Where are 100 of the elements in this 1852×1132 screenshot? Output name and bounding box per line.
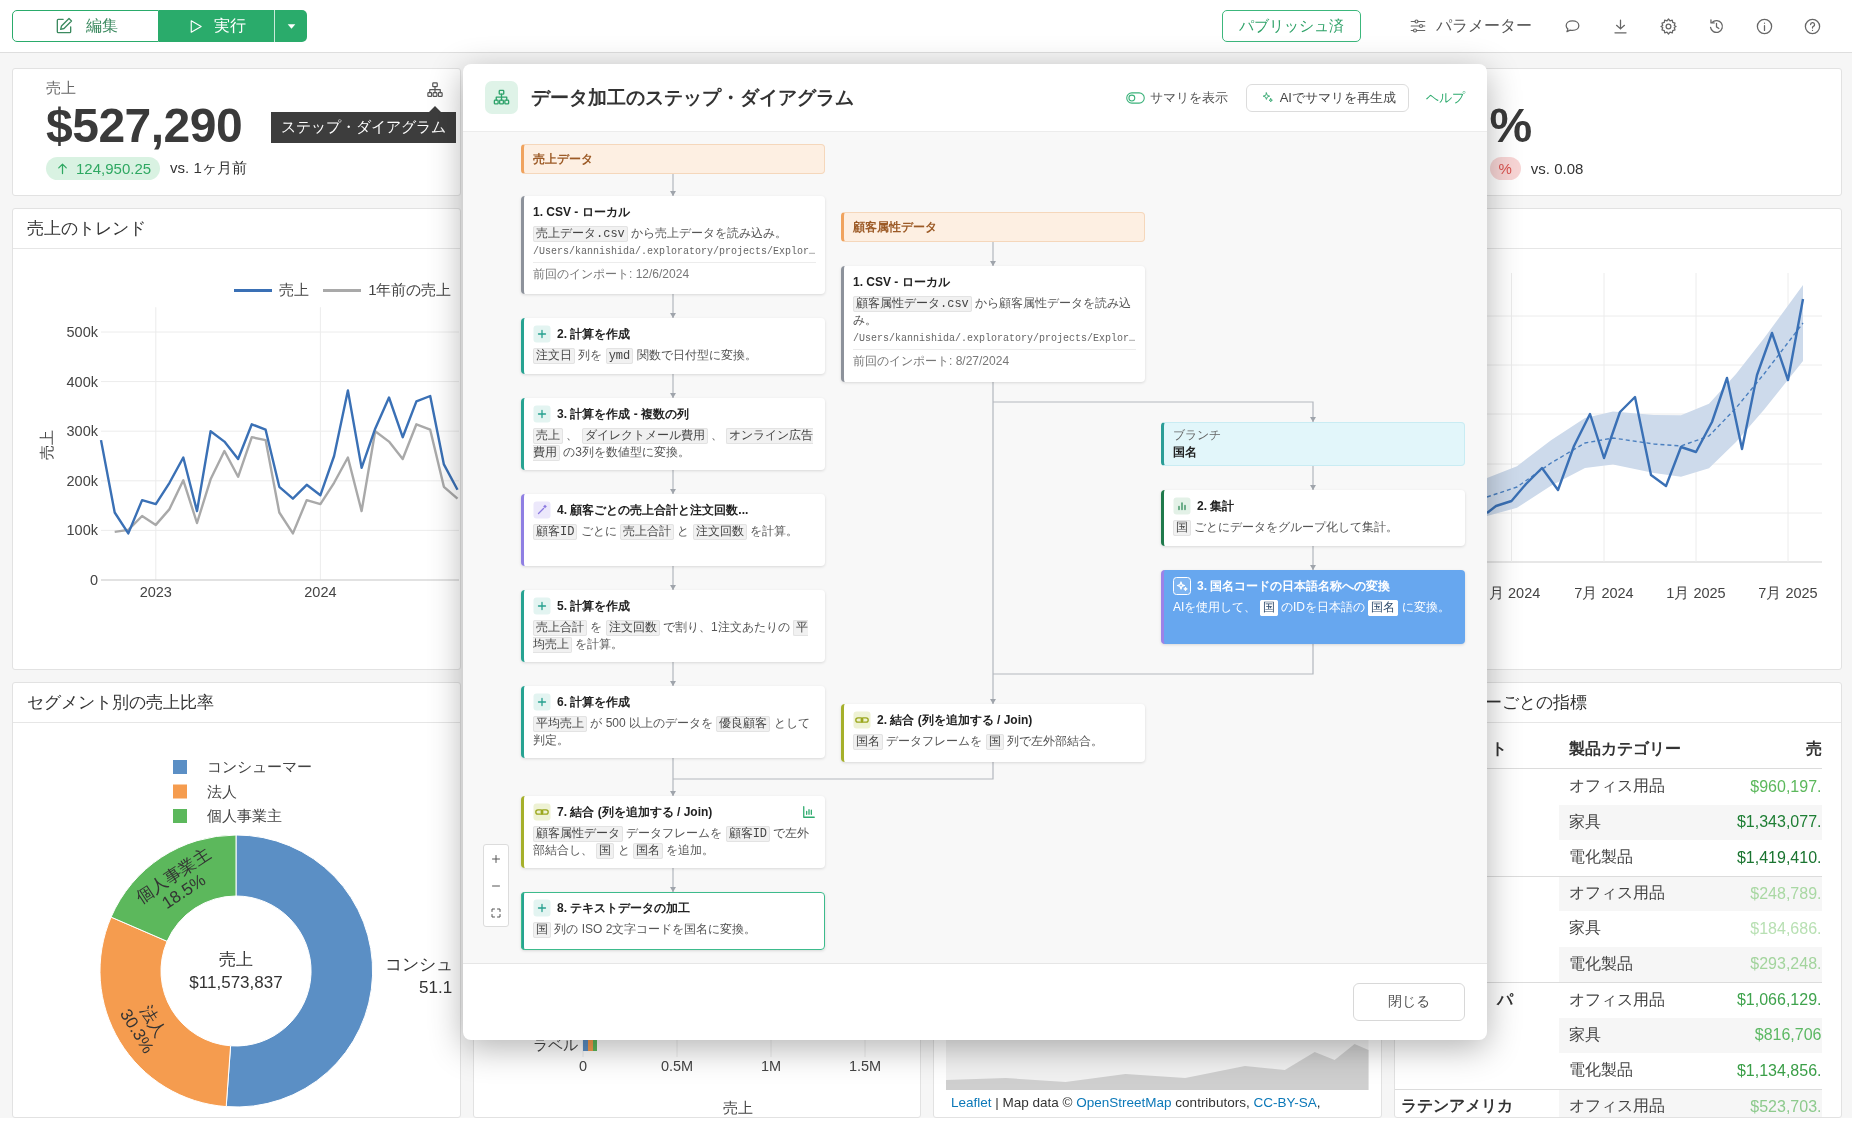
table-cell-text: 電化製品 [1567,1060,1634,1081]
table-cell: 家具 [1558,804,1689,840]
table-cell: $1,343,077. [1688,804,1822,840]
axis-title: 売上 [39,430,55,460]
attribution-link[interactable]: Leaflet [951,1095,992,1110]
step-title: 6. 計算を作成 [557,693,631,711]
step-node[interactable]: 4. 顧客ごとの売上合計と注文回数... 顧客ID ごとに 売上合計 と 注文回数 を計算。 [521,494,825,566]
center-value: $11,573,837 [189,973,283,992]
sparkle-icon [1260,91,1274,104]
help-icon[interactable] [1803,16,1822,36]
source-node[interactable]: 売上データ [521,144,825,174]
connector-arrow [670,373,676,399]
connector-arrow [670,293,676,319]
regenerate-summary-button[interactable]: AIでサマリを再生成 [1245,83,1409,112]
history-icon[interactable] [1707,16,1726,36]
axis-label: 月 2024 [1488,585,1540,601]
step-node[interactable]: 2. 計算を作成 注文日 列を ymd 関数で日付型に変換。 [521,318,825,374]
step-title: 8. テキストデータの加工 [557,899,691,917]
attribution-link[interactable]: CC-BY-SA [1253,1095,1317,1110]
step-title: 7. 結合 (列を追加する / Join) [557,803,713,821]
plus-icon [533,405,551,423]
step-node[interactable]: 1. CSV - ローカル 売上データ.csv から売上データを読み込み。 /Users/kannishida/.exploratory/projects/Explor… 前回のインポート: 12/6/2024 [521,196,825,294]
step-description: 売上合計 を 注文回数 で割り、1注文あたりの 平均売上 を計算。 [533,619,810,653]
hierarchy-icon[interactable] [425,81,444,99]
axis-label: 1M [760,1058,781,1074]
card-title: ーごとの指標 [1484,692,1587,714]
slice-label: コンシュ [385,955,453,974]
step-title: 5. 計算を作成 [557,597,631,615]
plus-icon [490,852,502,865]
import-date: 前回のインポート: 8/27/2024 [853,349,1136,370]
axis-label: ラベル [532,1037,578,1053]
table-cell: ラテンアメリカ [1400,1096,1513,1117]
slice-value: 51.1 [419,978,453,997]
attribution-link[interactable]: OpenStreetMap [1076,1095,1172,1110]
step-title: 2. 計算を作成 [557,325,631,343]
bar-chart-icon [1173,497,1191,515]
step-node[interactable]: 2. 集計 国 ごとにデータをグループ化して集計。 [1161,490,1465,546]
file-path: /Users/kannishida/.exploratory/projects/Explor… [533,246,816,258]
table-cell-text: $1,134,856. [1735,1060,1822,1081]
close-button[interactable]: 閉じる [1353,983,1465,1021]
bar-chart-icon[interactable] [802,805,816,819]
step-node[interactable]: 3. 国名コードの日本語名称への変換 AIを使用して、 国 のIDを日本語の 国名 に変換。 [1161,570,1465,644]
edit-button[interactable]: 編集 [12,10,159,42]
connector-arrow [670,469,676,495]
step-node[interactable]: 6. 計算を作成 平均売上 が 500 以上のデータを 優良顧客 として判定。 [521,686,825,758]
table-cell-text: オフィス用品 [1567,776,1666,797]
axis-label: 0 [89,572,98,588]
step-node[interactable]: 3. 計算を作成 - 複数の列 売上 、 ダイレクトメール費用 、 オンライン広告費用 の3列を数値型に変換。 [521,398,825,470]
map-attribution: Leaflet | Map data © OpenStreetMap contributors, CC-BY-SA, [951,1094,1322,1112]
center-label: 売上 [219,950,253,969]
connector-arrow [670,173,676,197]
sparkle-icon [1173,577,1191,595]
step-description: 売上データ.csv から売上データを読み込み。 [533,225,816,242]
axis-label: 0 [578,1058,587,1074]
parameters-button[interactable]: パラメーター [1409,15,1532,37]
step-description: 顧客属性データ データフレームを 顧客ID で左外部結合し、 国 と 国名 を追加。 [533,825,811,859]
table-cell: 電化製品 [1558,946,1689,982]
change-value: % [1498,160,1512,177]
step-title: 1. CSV - ローカル [533,203,630,221]
link-icon [533,803,551,821]
step-title: 3. 計算を作成 - 複数の列 [557,405,689,423]
fullscreen-icon [490,906,502,919]
connector-arrow [670,661,676,687]
step-description: 国 列の ISO 2文字コードを国名に変換。 [533,921,816,938]
import-date: 前回のインポート: 12/6/2024 [533,262,816,283]
step-description: 国 ごとにデータをグループ化して集計。 [1173,519,1456,536]
step-node[interactable]: 8. テキストデータの加工 国 列の ISO 2文字コードを国名に変換。 [521,892,825,950]
step-title: 2. 集計 [1197,497,1235,515]
step-title: 2. 結合 (列を追加する / Join) [877,711,1033,729]
connector-arrow [1310,465,1316,491]
kpi-value: $527,290 [46,99,243,153]
axis-label: 100k [66,522,98,539]
branch-name: 国名 [1173,444,1197,461]
connector-arrow [670,757,676,797]
axis-label: 0.5M [660,1058,693,1074]
table-cell-text: 家具 [1567,918,1602,939]
summary-toggle[interactable]: サマリを表示 [1125,88,1228,107]
table-cell: オフィス用品 [1558,875,1689,911]
step-node[interactable]: 1. CSV - ローカル 顧客属性データ.csv から顧客属性データを読み込み。 /Users/kannishida/.exploratory/projects/Explor… 前回のインポート: 8/27/2024 [841,266,1145,382]
wand-icon [533,501,551,519]
table-cell: 家具 [1558,1017,1689,1053]
settings-icon[interactable] [1659,16,1678,36]
plus-icon [533,597,551,615]
table-cell-text: $1,419,410. [1735,847,1822,868]
step-node[interactable]: 7. 結合 (列を追加する / Join) 顧客属性データ データフレームを 顧客ID で左外部結合し、 国 と 国名 を追加。 [521,796,825,868]
source-node[interactable]: 顧客属性データ [841,212,1145,242]
axis-label: 200k [66,472,98,489]
step-title: 3. 国名コードの日本語名称への変換 [1197,577,1391,595]
card-title: 売上のトレンド [27,218,146,240]
table-header-cell: 売 [1688,723,1822,769]
file-path: /Users/kannishida/.exploratory/projects/Explor… [853,333,1136,345]
info-icon[interactable] [1755,16,1774,36]
axis-label: 1月 2025 [1665,585,1726,601]
branch-node[interactable]: ブランチ 国名 [1161,422,1465,466]
step-node[interactable]: 5. 計算を作成 売上合計 を 注文回数 で割り、1注文あたりの 平均売上 を計算。 [521,590,825,662]
step-node[interactable]: 2. 結合 (列を追加する / Join) 国名 データフレームを 国 列で左外部結合。 [841,704,1145,762]
table-cell: $293,248. [1688,946,1822,982]
axis-label: 7月 2024 [1573,585,1634,601]
table-cell-text: 電化製品 [1567,847,1634,868]
axis-label: 2023 [139,584,172,600]
